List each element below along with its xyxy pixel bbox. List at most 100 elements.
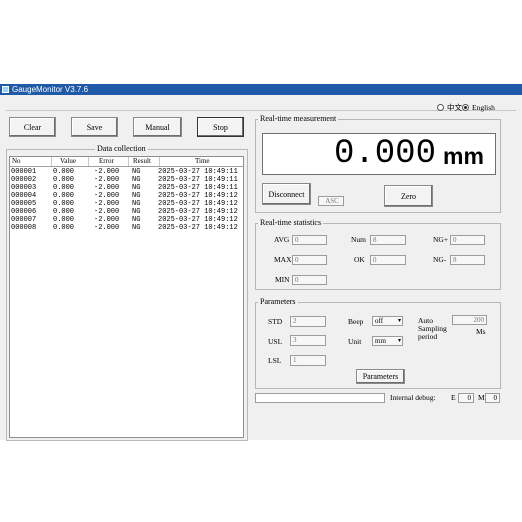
app-icon [2, 86, 9, 93]
max-label: MAX [274, 255, 292, 264]
realtime-measurement-title: Real-time measurement [258, 114, 339, 123]
data-table[interactable]: No Value Error Result Time 000001 0.000 -2… [9, 156, 244, 438]
debug-e-label: E [451, 393, 456, 402]
min-field: 0 [292, 275, 327, 285]
max-field: 0 [292, 255, 327, 265]
num-field: 8 [370, 235, 406, 245]
table-header: No Value Error Result Time [10, 157, 243, 167]
table-cell: 0.000 [53, 200, 75, 208]
table-cell: 2025-03-27 10:49:12 [158, 208, 238, 216]
table-row[interactable]: 000001 0.000 -2.000 NG 2025-03-27 10:49:11 [10, 168, 243, 176]
table-row[interactable]: 000005 0.000 -2.000 NG 2025-03-27 10:49:12 [10, 200, 243, 208]
table-cell: 000006 [11, 208, 37, 216]
sampling-period-field[interactable]: 200 [452, 315, 487, 325]
table-cell: -2.000 [94, 176, 120, 184]
table-cell: 000007 [11, 216, 37, 224]
ng-plus-field: 0 [450, 235, 485, 245]
parameters-button[interactable]: Parameters [356, 369, 405, 384]
table-cell: -2.000 [94, 208, 120, 216]
table-cell: NG [132, 200, 141, 208]
table-cell: -2.000 [94, 168, 120, 176]
english-radio[interactable] [462, 104, 469, 111]
table-cell: -2.000 [94, 184, 120, 192]
manual-button[interactable]: Manual [133, 117, 182, 137]
table-cell: -2.000 [94, 216, 120, 224]
ng-minus-label: NG- [433, 255, 447, 264]
table-cell: NG [132, 192, 141, 200]
table-cell: 000005 [11, 200, 37, 208]
unit-label: Unit [348, 337, 362, 346]
stop-button[interactable]: Stop [197, 117, 244, 137]
lsl-field[interactable]: 1 [290, 355, 326, 366]
usl-label: USL [268, 337, 283, 346]
table-row[interactable]: 000006 0.000 -2.000 NG 2025-03-27 10:49:12 [10, 208, 243, 216]
clear-button[interactable]: Clear [9, 117, 56, 137]
debug-m-label: M [478, 393, 485, 402]
table-cell: -2.000 [94, 224, 120, 232]
table-cell: 2025-03-27 10:49:12 [158, 192, 238, 200]
ok-label: OK [354, 255, 365, 264]
table-cell: NG [132, 216, 141, 224]
parameters-title: Parameters [258, 297, 298, 306]
chinese-label: 中文 [447, 103, 462, 112]
english-label: English [472, 103, 495, 112]
std-field[interactable]: 2 [290, 316, 326, 327]
table-row[interactable]: 000004 0.000 -2.000 NG 2025-03-27 10:49:12 [10, 192, 243, 200]
table-cell: 2025-03-27 10:49:12 [158, 216, 238, 224]
ok-field: 0 [370, 255, 406, 265]
min-label: MIN [275, 275, 290, 284]
lsl-label: LSL [268, 356, 282, 365]
internal-debug-label: Internal debug: [390, 393, 436, 402]
table-cell: 000008 [11, 224, 37, 232]
table-cell: 000002 [11, 176, 37, 184]
table-cell: 0.000 [53, 176, 75, 184]
column-header[interactable]: No [10, 157, 52, 166]
table-cell: 0.000 [53, 184, 75, 192]
table-cell: 000004 [11, 192, 37, 200]
beep-label: Beep [348, 317, 364, 326]
ng-plus-label: NG+ [433, 235, 449, 244]
table-cell: NG [132, 176, 141, 184]
table-cell: 2025-03-27 10:49:11 [158, 176, 238, 184]
table-cell: 2025-03-27 10:49:12 [158, 200, 238, 208]
table-cell: NG [132, 184, 141, 192]
table-cell: 0.000 [53, 224, 75, 232]
unit-select[interactable]: mm [372, 336, 403, 346]
chinese-radio[interactable] [437, 104, 444, 111]
table-cell: 000003 [11, 184, 37, 192]
save-button[interactable]: Save [71, 117, 118, 137]
table-cell: -2.000 [94, 192, 120, 200]
table-cell: 0.000 [53, 192, 75, 200]
debug-m-field[interactable]: 0 [485, 393, 500, 403]
measurement-unit: mm [443, 143, 484, 169]
disconnect-button[interactable]: Disconnect [262, 183, 311, 205]
table-row[interactable]: 000002 0.000 -2.000 NG 2025-03-27 10:49:11 [10, 176, 243, 184]
zero-button[interactable]: Zero [384, 185, 433, 207]
usl-field[interactable]: 3 [290, 335, 326, 346]
avg-field: 0 [292, 235, 327, 245]
table-cell: NG [132, 208, 141, 216]
avg-label: AVG [274, 235, 290, 244]
table-row[interactable]: 000003 0.000 -2.000 NG 2025-03-27 10:49:11 [10, 184, 243, 192]
table-cell: 2025-03-27 10:49:12 [158, 224, 238, 232]
table-row[interactable]: 000008 0.000 -2.000 NG 2025-03-27 10:49:12 [10, 224, 243, 232]
std-label: STD [268, 317, 283, 326]
period-label: period [418, 332, 438, 341]
table-cell: 2025-03-27 10:49:11 [158, 168, 238, 176]
table-row[interactable]: 000007 0.000 -2.000 NG 2025-03-27 10:49:12 [10, 216, 243, 224]
measurement-value: 0.000 [333, 135, 436, 173]
table-cell: 0.000 [53, 216, 75, 224]
statistics-title: Real-time statistics [258, 218, 324, 227]
table-cell: NG [132, 168, 141, 176]
beep-select[interactable]: off [372, 316, 403, 326]
table-cell: 0.000 [53, 208, 75, 216]
debug-e-field[interactable]: 0 [458, 393, 474, 403]
table-cell: 000001 [11, 168, 37, 176]
data-collection-title: Data collection [95, 144, 148, 153]
column-header[interactable]: Result [129, 157, 160, 166]
table-cell: -2.000 [94, 200, 120, 208]
column-header[interactable]: Value [52, 157, 89, 166]
column-header[interactable]: Error [89, 157, 129, 166]
column-header[interactable]: Time [160, 157, 243, 166]
sampling-unit: Ms [476, 327, 486, 336]
